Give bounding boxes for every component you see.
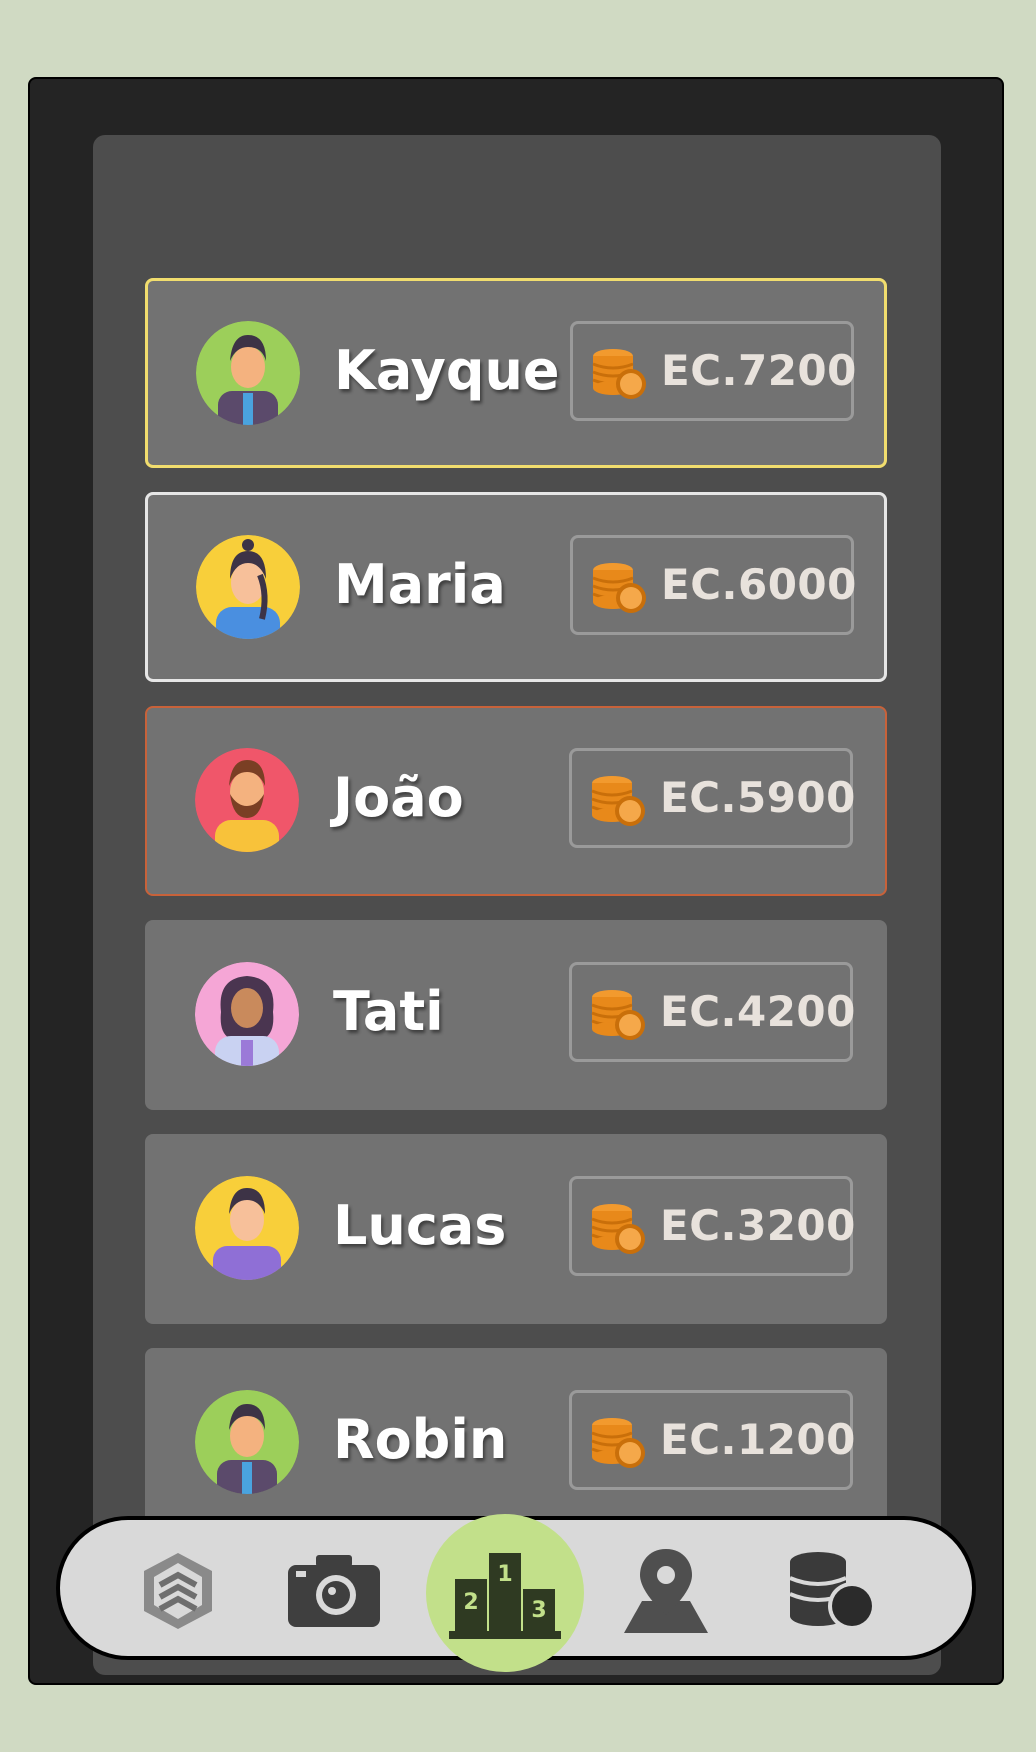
- man-yellow-avatar-icon: [195, 1176, 299, 1280]
- coin-amount: EC.1200: [660, 1415, 856, 1464]
- coin-amount: EC.4200: [660, 987, 856, 1036]
- ranking-card-6[interactable]: Robin EC.1200: [145, 1348, 887, 1538]
- nav-ranking-button[interactable]: 1 2 3: [426, 1514, 584, 1672]
- nav-map-button[interactable]: [616, 1546, 716, 1636]
- ranking-card-3[interactable]: João EC.5900: [145, 706, 887, 896]
- ranking-card-1[interactable]: Kayque EC.7200: [145, 278, 887, 468]
- coins-stack-icon: [591, 990, 645, 1040]
- coins-stack-icon: [592, 563, 646, 613]
- logo-icon: [144, 1553, 212, 1629]
- woman-yellow-avatar-icon: [196, 535, 300, 639]
- coin-amount: EC.3200: [660, 1201, 856, 1250]
- coin-amount: EC.5900: [660, 773, 856, 822]
- man-green-avatar-icon: [196, 321, 300, 425]
- player-name: Tati: [333, 980, 444, 1043]
- ranking-panel: Kayque EC.7200 Maria EC.6000 João EC.590…: [93, 135, 941, 1675]
- coin-amount: EC.6000: [661, 560, 857, 609]
- coin-balance: EC.5900: [569, 748, 856, 848]
- ranking-card-2[interactable]: Maria EC.6000: [145, 492, 887, 682]
- player-name: Lucas: [333, 1194, 507, 1257]
- coins-stack-icon: [591, 1418, 645, 1468]
- coin-balance: EC.1200: [569, 1390, 856, 1490]
- player-name: Maria: [334, 553, 506, 616]
- nav-coins-button[interactable]: [784, 1546, 884, 1636]
- app-frame: Kayque EC.7200 Maria EC.6000 João EC.590…: [28, 77, 1004, 1685]
- player-name: João: [333, 766, 464, 829]
- ranking-card-4[interactable]: Tati EC.4200: [145, 920, 887, 1110]
- coin-balance: EC.6000: [570, 535, 857, 635]
- svg-text:3: 3: [531, 1598, 546, 1623]
- player-name: Robin: [333, 1408, 508, 1471]
- woman-pink-avatar-icon: [195, 962, 299, 1066]
- coin-balance: EC.4200: [569, 962, 856, 1062]
- coins-stack-icon: [591, 776, 645, 826]
- bearded-man-red-avatar-icon: [195, 748, 299, 852]
- nav-home-button[interactable]: [128, 1546, 228, 1636]
- ranking-list: Kayque EC.7200 Maria EC.6000 João EC.590…: [145, 278, 887, 1562]
- camera-icon: [288, 1555, 380, 1627]
- ranking-card-5[interactable]: Lucas EC.3200: [145, 1134, 887, 1324]
- podium-icon: 1 2 3: [449, 1553, 561, 1639]
- coins-stack-icon: [592, 349, 646, 399]
- player-name: Kayque: [334, 339, 560, 402]
- map-pin-icon: [624, 1549, 708, 1633]
- coin-amount: EC.7200: [661, 346, 857, 395]
- coins-icon: [789, 1552, 876, 1630]
- bottom-nav: 1 2 3: [56, 1514, 976, 1672]
- nav-camera-button[interactable]: [284, 1546, 384, 1636]
- coin-balance: EC.3200: [569, 1176, 856, 1276]
- svg-text:2: 2: [463, 1590, 478, 1615]
- coins-stack-icon: [591, 1204, 645, 1254]
- coin-balance: EC.7200: [570, 321, 857, 421]
- man-green-avatar-icon: [195, 1390, 299, 1494]
- svg-text:1: 1: [497, 1562, 512, 1587]
